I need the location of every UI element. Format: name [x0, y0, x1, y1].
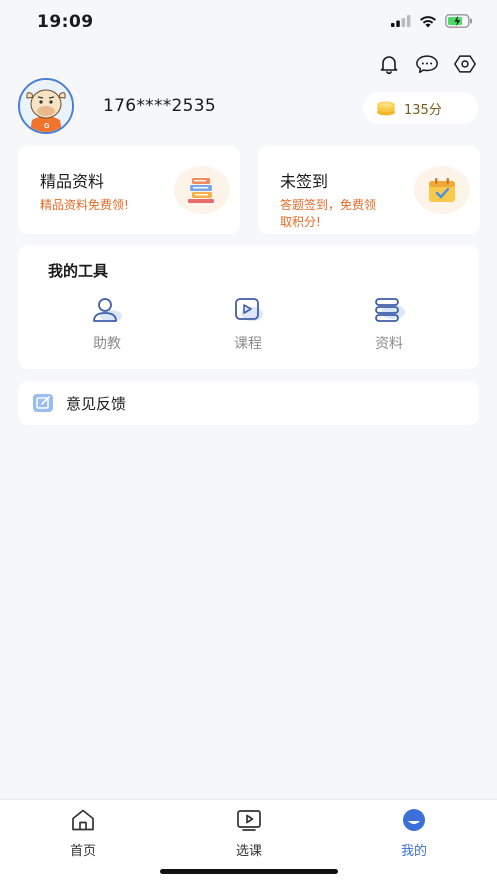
promo-desc: 答题签到，免费领取积分!: [280, 198, 377, 229]
books-icon: [174, 166, 230, 214]
tab-home[interactable]: 首页: [43, 808, 123, 859]
tab-label: 选课: [235, 844, 262, 859]
status-icons: [391, 14, 473, 28]
materials-icon: [369, 295, 409, 325]
tool-label: 资料: [375, 336, 403, 352]
promo-title: 未签到: [280, 172, 329, 191]
tab-label: 首页: [69, 844, 96, 859]
course-icon: [228, 295, 268, 325]
points-badge[interactable]: 135分: [363, 92, 478, 124]
promo-desc: 精品资料免费领!: [40, 198, 129, 212]
home-indicator: [160, 869, 338, 874]
message-icon[interactable]: [415, 52, 439, 76]
top-actions: [377, 52, 477, 76]
premium-materials-card[interactable]: 精品资料 精品资料免费领!: [18, 146, 240, 234]
status-time: 19:09: [37, 12, 94, 32]
settings-icon[interactable]: [453, 52, 477, 76]
play-icon: [209, 808, 289, 832]
bell-icon[interactable]: [377, 52, 401, 76]
my-tools-card: 我的工具 助教 课程 资料: [18, 245, 479, 369]
promo-title: 精品资料: [40, 172, 105, 191]
tool-course[interactable]: 课程: [208, 295, 288, 353]
tab-profile[interactable]: 我的: [374, 808, 454, 859]
edit-icon: [33, 394, 53, 412]
tools-title: 我的工具: [48, 262, 109, 280]
status-bar: 19:09: [0, 0, 497, 46]
home-icon: [43, 808, 123, 832]
svg-text:G: G: [44, 123, 50, 130]
wifi-icon: [420, 15, 436, 27]
profile-icon: [374, 808, 454, 832]
assistant-icon: [87, 295, 127, 325]
calendar-icon: [414, 166, 470, 214]
feedback-row[interactable]: 意见反馈: [18, 381, 479, 425]
tab-label: 我的: [400, 844, 427, 859]
signal-icon: [391, 15, 411, 27]
tool-assistant[interactable]: 助教: [67, 295, 147, 353]
feedback-label: 意见反馈: [66, 394, 127, 413]
battery-icon: [445, 14, 472, 28]
user-phone: 176****2535: [103, 96, 217, 116]
tool-materials[interactable]: 资料: [349, 295, 429, 353]
sign-in-card[interactable]: 未签到 答题签到，免费领取积分!: [258, 146, 480, 234]
tool-label: 课程: [234, 336, 262, 352]
tab-courses[interactable]: 选课: [209, 808, 289, 859]
avatar[interactable]: G: [18, 78, 74, 134]
points-value: 135分: [404, 102, 442, 118]
tool-label: 助教: [93, 336, 121, 352]
coin-icon: [377, 101, 395, 116]
